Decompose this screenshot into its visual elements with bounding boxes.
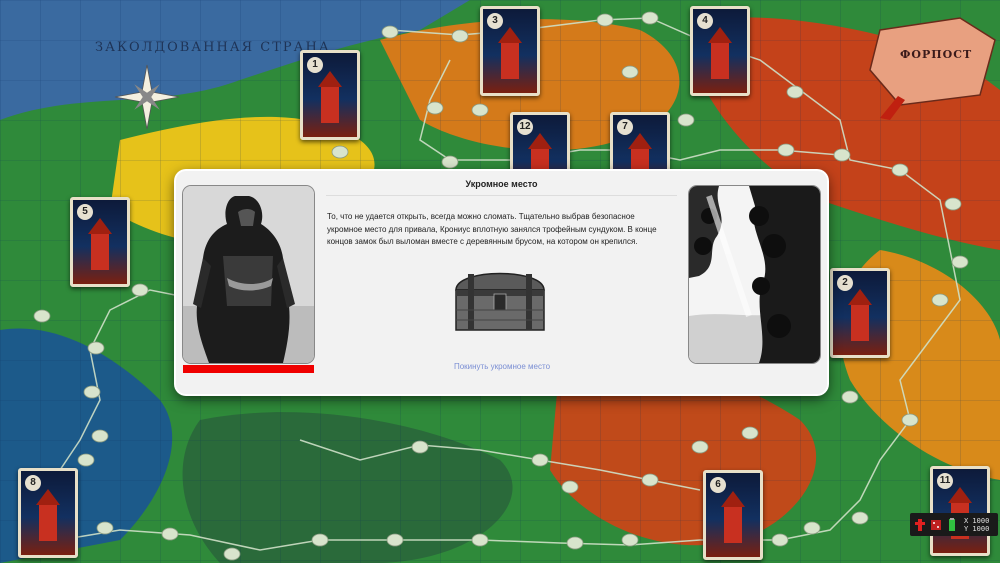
- castle-card-5[interactable]: 5: [70, 197, 130, 287]
- castle-icon: [318, 71, 342, 123]
- castle-card-8[interactable]: 8: [18, 468, 78, 558]
- title-divider: [326, 195, 677, 196]
- leave-hideout-link[interactable]: Покинуть укромное место: [327, 362, 677, 371]
- coordinates-hud: X 1000 Y 1000: [910, 513, 998, 536]
- red-figure-icon: [915, 518, 925, 531]
- castle-card-3[interactable]: 3: [480, 6, 540, 96]
- y-coordinate: Y 1000: [964, 524, 990, 533]
- location-illustration: [689, 186, 820, 363]
- castle-icon: [708, 27, 732, 79]
- x-coordinate: X 1000: [964, 516, 990, 525]
- region-label-enchanted-land: ЗАКОЛДОВАННАЯ СТРАНА: [95, 40, 331, 55]
- castle-card-4[interactable]: 4: [690, 6, 750, 96]
- hero-health-bar: [183, 365, 314, 373]
- castle-icon: [498, 27, 522, 79]
- treasure-chest-icon: [450, 260, 550, 337]
- coordinates-readout: X 1000 Y 1000: [964, 517, 989, 533]
- story-text: То, что не удается открыть, всегда можно…: [327, 212, 657, 246]
- dice-icon: [931, 519, 941, 530]
- castle-icon: [848, 289, 872, 341]
- region-label-fort: ФОРПОСТ: [900, 48, 973, 61]
- event-dialog: Укромное место То, что не удается открыт…: [176, 171, 827, 394]
- castle-card-11[interactable]: 11: [930, 466, 990, 556]
- potion-icon: [949, 517, 955, 531]
- castle-card-2[interactable]: 2: [830, 268, 890, 358]
- castle-icon: [721, 491, 745, 543]
- hero-portrait: [183, 186, 314, 363]
- castle-icon: [88, 218, 112, 270]
- castle-card-6[interactable]: 6: [703, 470, 763, 560]
- castle-card-1[interactable]: 1: [300, 50, 360, 140]
- castle-icon: [36, 489, 60, 541]
